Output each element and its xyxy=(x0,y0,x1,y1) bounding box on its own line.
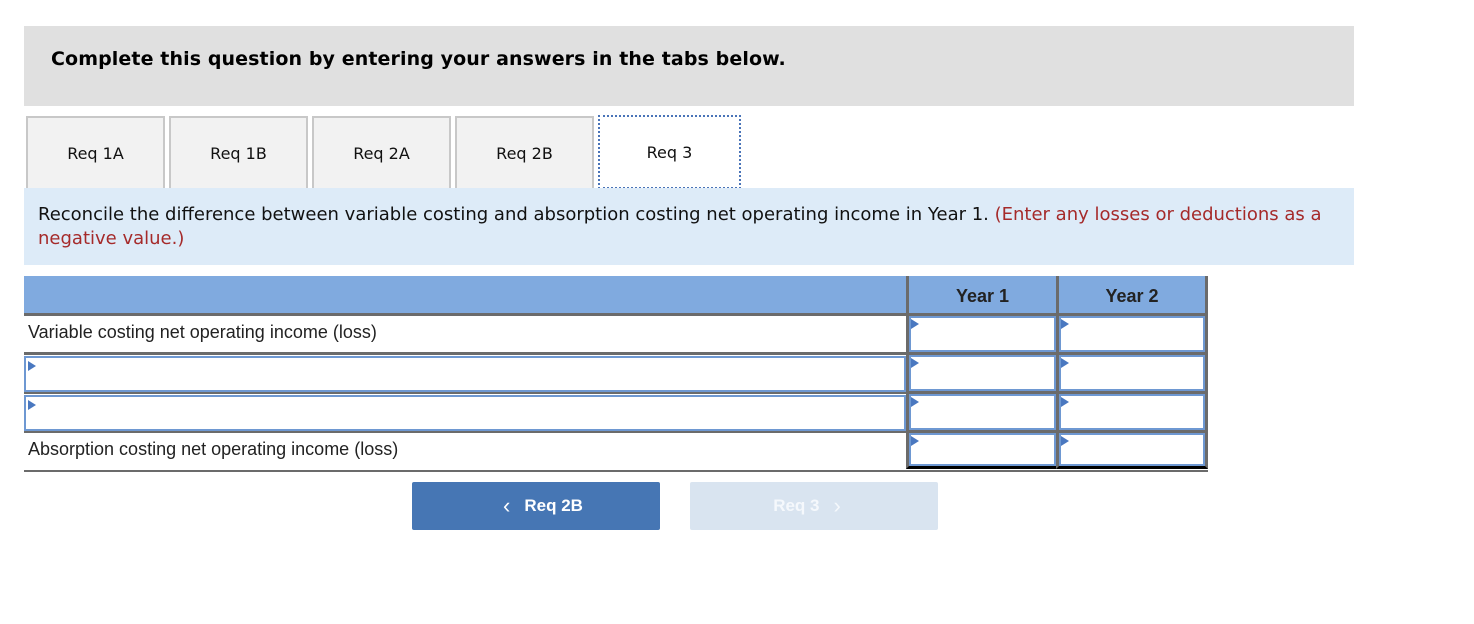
previous-req-button[interactable]: ‹ Req 2B xyxy=(412,482,660,530)
tab-req-1a[interactable]: Req 1A xyxy=(26,116,165,188)
tab-label: Req 1A xyxy=(67,143,124,163)
instructions-banner: Complete this question by entering your … xyxy=(24,26,1354,106)
input-flag-icon xyxy=(911,436,919,446)
year-2-input[interactable] xyxy=(1059,394,1205,430)
reconciliation-table: Year 1 Year 2 Variable costing net opera… xyxy=(24,276,1208,472)
row-label-field xyxy=(24,356,906,392)
tab-label: Req 1B xyxy=(210,143,267,163)
input-flag-icon xyxy=(911,358,919,368)
table-header: Year 1 Year 2 xyxy=(24,276,1208,316)
table-row: Variable costing net operating income (l… xyxy=(24,316,1208,355)
previous-req-label: Req 2B xyxy=(524,496,583,515)
question-prompt: Reconcile the difference between variabl… xyxy=(24,188,1354,265)
next-req-button[interactable]: Req 3 › xyxy=(690,482,938,530)
tab-req-3[interactable]: Req 3 xyxy=(598,115,741,189)
tab-label: Req 2B xyxy=(496,143,553,163)
year-1-cell xyxy=(906,394,1056,430)
year-2-cell xyxy=(1056,433,1208,469)
year-1-input[interactable] xyxy=(909,316,1056,352)
tab-label: Req 2A xyxy=(353,143,410,163)
input-flag-icon xyxy=(911,397,919,407)
tab-label: Req 3 xyxy=(646,142,693,162)
year-2-input[interactable] xyxy=(1059,355,1205,391)
table-row xyxy=(24,355,1208,394)
input-flag-icon xyxy=(1061,358,1069,368)
input-flag-icon xyxy=(1061,436,1069,446)
row-label: Variable costing net operating income (l… xyxy=(28,322,377,342)
year-1-cell xyxy=(906,433,1056,469)
year-1-input[interactable] xyxy=(909,394,1056,430)
chevron-right-icon: › xyxy=(833,493,841,518)
input-flag-icon xyxy=(911,319,919,329)
year-2-cell xyxy=(1056,394,1208,430)
row-label: Absorption costing net operating income … xyxy=(28,439,399,459)
table-row: Absorption costing net operating income … xyxy=(24,433,1208,472)
instructions-text: Complete this question by entering your … xyxy=(51,48,786,70)
input-flag-icon xyxy=(28,361,36,371)
year-2-cell xyxy=(1056,355,1208,391)
input-flag-icon xyxy=(1061,397,1069,407)
row-label-field xyxy=(24,395,906,431)
year-1-input[interactable] xyxy=(909,433,1056,466)
year-1-cell xyxy=(906,355,1056,391)
chevron-left-icon: ‹ xyxy=(503,493,511,518)
input-flag-icon xyxy=(1061,319,1069,329)
prompt-text: Reconcile the difference between variabl… xyxy=(38,204,989,225)
year-1-input[interactable] xyxy=(909,355,1056,391)
tab-req-2a[interactable]: Req 2A xyxy=(312,116,451,188)
requirement-tabs: Req 1A Req 1B Req 2A Req 2B Req 3 xyxy=(26,115,745,189)
year-2-input[interactable] xyxy=(1059,433,1205,466)
tab-req-2b[interactable]: Req 2B xyxy=(455,116,594,188)
next-req-label: Req 3 xyxy=(773,496,820,515)
row-label-input[interactable] xyxy=(26,397,904,429)
tab-req-1b[interactable]: Req 1B xyxy=(169,116,308,188)
table-row xyxy=(24,394,1208,433)
column-header-year-2: Year 2 xyxy=(1056,276,1208,316)
year-1-cell xyxy=(906,316,1056,352)
column-header-year-1: Year 1 xyxy=(906,276,1056,316)
input-flag-icon xyxy=(28,400,36,410)
row-label-input[interactable] xyxy=(26,358,904,390)
year-2-cell xyxy=(1056,316,1208,352)
year-2-input[interactable] xyxy=(1059,316,1205,352)
